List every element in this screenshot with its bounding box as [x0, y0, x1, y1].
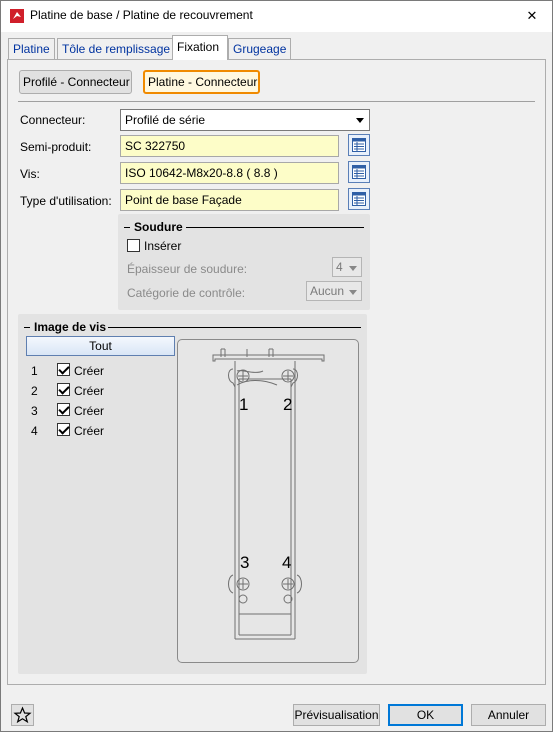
epaisseur-label: Épaisseur de soudure: — [127, 262, 248, 276]
categorie-select[interactable]: Aucun — [306, 281, 362, 301]
close-button[interactable]: ✕ — [520, 5, 544, 27]
separator — [18, 101, 535, 102]
app-icon — [10, 9, 24, 23]
screw-3-checkbox[interactable] — [57, 403, 70, 416]
tab-platine[interactable]: Platine — [8, 38, 55, 59]
window-title: Platine de base / Platine de recouvremen… — [30, 8, 253, 22]
soudure-title: Soudure — [134, 220, 183, 234]
tab-tole-de-remplissage[interactable]: Tôle de remplissage — [57, 38, 176, 59]
preview-label-1: 1 — [239, 395, 249, 414]
subtab-platine-connecteur[interactable]: Platine - Connecteur — [143, 70, 260, 94]
chevron-down-icon — [349, 266, 357, 271]
vis-field[interactable]: ISO 10642-M8x20-8.8 ( 8.8 ) — [120, 162, 339, 184]
group-line — [24, 327, 30, 328]
cancel-button[interactable]: Annuler — [471, 704, 546, 726]
categorie-label: Catégorie de contrôle: — [127, 286, 246, 300]
screw-row-number: 3 — [31, 404, 38, 418]
screw-row-label: Créer — [74, 384, 105, 398]
preview-label-3: 3 — [240, 553, 250, 572]
type-utilisation-catalog-button[interactable] — [348, 188, 370, 210]
vis-catalog-button[interactable] — [348, 161, 370, 183]
epaisseur-value: 4 — [336, 260, 343, 274]
screw-4-checkbox[interactable] — [57, 423, 70, 436]
screw-row-number: 4 — [31, 424, 38, 438]
inserer-label: Insérer — [144, 239, 182, 253]
ok-button[interactable]: OK — [388, 704, 463, 726]
tab-grugeage[interactable]: Grugeage — [228, 38, 292, 59]
type-utilisation-field[interactable]: Point de base Façade — [120, 189, 339, 211]
profile-section-drawing — [212, 348, 325, 640]
tab-fixation[interactable]: Fixation — [172, 35, 228, 60]
group-line — [186, 227, 364, 228]
inserer-checkbox[interactable] — [127, 239, 140, 252]
type-utilisation-label: Type d'utilisation: — [20, 194, 112, 208]
screw-row-label: Créer — [74, 424, 105, 438]
catalog-icon — [352, 192, 366, 206]
screw-2-checkbox[interactable] — [57, 383, 70, 396]
screw-row-number: 2 — [31, 384, 38, 398]
chevron-down-icon — [349, 290, 357, 295]
all-button[interactable]: Tout — [26, 336, 175, 356]
connecteur-label: Connecteur: — [20, 113, 86, 127]
screw-row-label: Créer — [74, 404, 105, 418]
star-icon — [13, 706, 32, 724]
favorites-button[interactable] — [11, 704, 34, 726]
preview-label-2: 2 — [283, 395, 293, 414]
screw-row-number: 1 — [31, 364, 38, 378]
connecteur-value: Profilé de série — [125, 113, 206, 127]
semi-produit-field[interactable]: SC 322750 — [120, 135, 339, 157]
image-de-vis-title: Image de vis — [34, 320, 107, 334]
vis-label: Vis: — [20, 167, 40, 181]
group-line — [108, 327, 361, 328]
screw-1-checkbox[interactable] — [57, 363, 70, 376]
chevron-down-icon — [356, 118, 364, 123]
catalog-icon — [352, 138, 366, 152]
connecteur-select[interactable]: Profilé de série — [120, 109, 370, 131]
semi-produit-catalog-button[interactable] — [348, 134, 370, 156]
preview-label-4: 4 — [282, 553, 292, 572]
epaisseur-select[interactable]: 4 — [332, 257, 362, 277]
group-line — [124, 227, 130, 228]
subtab-profile-connecteur[interactable]: Profilé - Connecteur — [19, 70, 132, 94]
catalog-icon — [352, 165, 366, 179]
semi-produit-label: Semi-produit: — [20, 140, 92, 154]
screw-row-label: Créer — [74, 364, 105, 378]
preview-button[interactable]: Prévisualisation — [293, 704, 380, 726]
categorie-value: Aucun — [310, 284, 345, 298]
